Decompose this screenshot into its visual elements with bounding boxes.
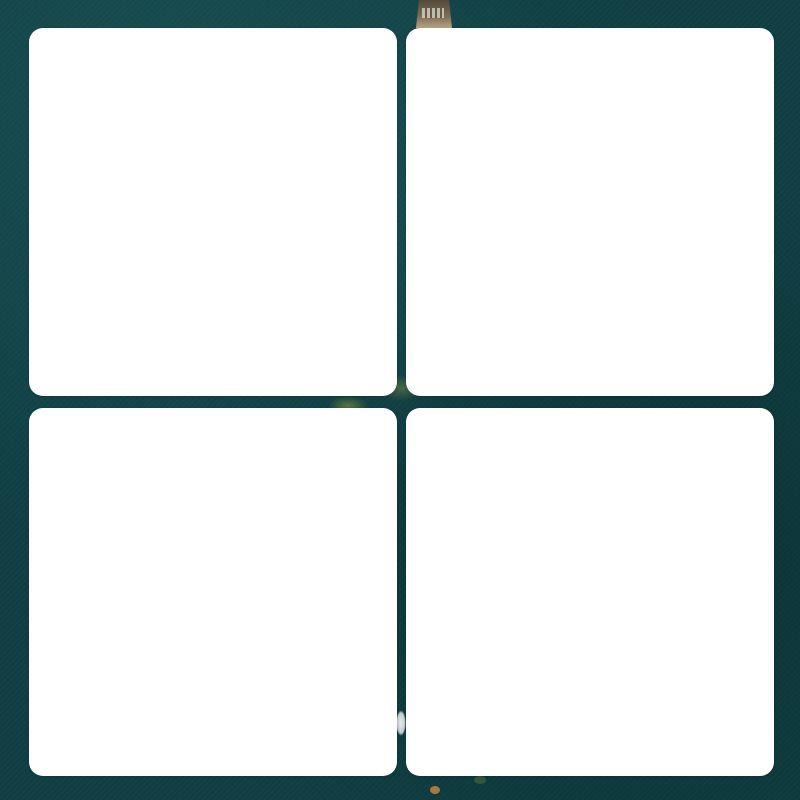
desktop-wallpaper xyxy=(0,0,800,800)
panel-top-left[interactable] xyxy=(29,28,397,396)
panel-bottom-right[interactable] xyxy=(406,408,774,776)
panel-bottom-left[interactable] xyxy=(29,408,397,776)
panel-grid xyxy=(0,0,800,800)
panel-top-right[interactable] xyxy=(406,28,774,396)
